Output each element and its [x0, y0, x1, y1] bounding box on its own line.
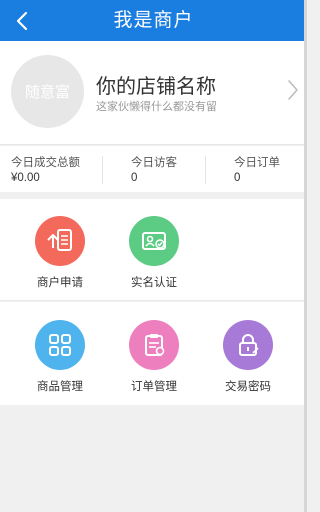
- stat-label: 今日成交总额: [11, 157, 80, 169]
- store-description: 这家伙懒得什么都没有留: [96, 101, 217, 113]
- stat-value: 0: [131, 172, 138, 184]
- top-bar: 我是商户: [0, 0, 307, 41]
- real-name-auth-tile[interactable]: 实名认证: [114, 216, 194, 290]
- divider: [102, 156, 103, 184]
- order-manage-tile[interactable]: 订单管理: [114, 320, 194, 394]
- tile-label: 订单管理: [131, 381, 177, 393]
- merchant-apply-tile[interactable]: 商户申请: [20, 216, 100, 290]
- trade-password-tile[interactable]: 交易密码: [208, 320, 288, 394]
- tile-label: 商品管理: [37, 381, 83, 393]
- order-clipboard-icon: [129, 320, 179, 370]
- product-manage-tile[interactable]: 商品管理: [20, 320, 100, 394]
- store-name: 你的店铺名称: [96, 76, 216, 98]
- stat-value: 0: [234, 172, 241, 184]
- stat-value: ¥0.00: [11, 172, 40, 184]
- stat-label: 今日订单: [234, 157, 280, 169]
- store-info-card[interactable]: 随意富 你的店铺名称 这家伙懒得什么都没有留: [0, 41, 307, 145]
- tile-label: 交易密码: [225, 381, 271, 393]
- chevron-right-icon[interactable]: [287, 79, 299, 101]
- menu-section-1: 商户申请 实名认证: [0, 199, 307, 301]
- page-title: 我是商户: [113, 10, 194, 31]
- id-card-icon: [129, 216, 179, 266]
- divider: [205, 156, 206, 184]
- store-avatar: 随意富: [11, 55, 84, 128]
- lock-icon: [223, 320, 273, 370]
- merchant-apply-icon: [35, 216, 85, 266]
- tile-label: 实名认证: [131, 277, 177, 289]
- scroll-edge: [304, 0, 307, 512]
- stat-label: 今日访客: [131, 157, 177, 169]
- grid-icon: [35, 320, 85, 370]
- menu-section-2: 商品管理 订单管理 交易密码: [0, 302, 307, 405]
- today-stats: 今日成交总额 ¥0.00 今日访客 0 今日订单 0: [0, 146, 307, 192]
- tile-label: 商户申请: [37, 277, 83, 289]
